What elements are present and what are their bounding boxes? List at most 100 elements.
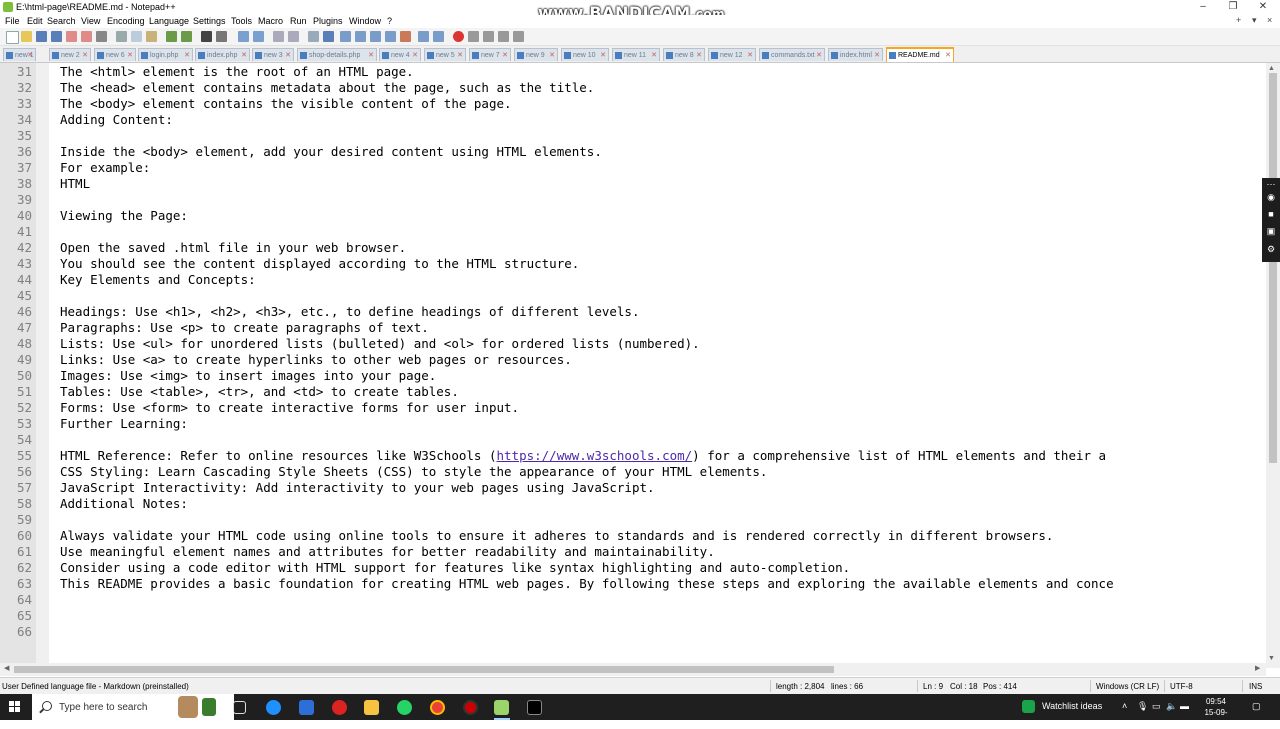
bandicam-icon[interactable] <box>463 700 478 715</box>
preview-icon[interactable] <box>433 31 444 42</box>
code-line[interactable]: Consider using a code editor with HTML s… <box>60 560 1266 576</box>
menu-run[interactable]: Run <box>290 16 307 26</box>
microsoft-store-icon[interactable] <box>299 700 314 715</box>
replace-icon[interactable] <box>216 31 227 42</box>
monitor-icon[interactable] <box>400 31 411 42</box>
code-line[interactable]: Open the saved .html file in your web br… <box>60 240 1266 256</box>
tab-new-6[interactable]: new 6 ✕ <box>94 48 136 61</box>
code-line[interactable]: Images: Use <img> to insert images into … <box>60 368 1266 384</box>
tab-new-2[interactable]: new 2 ✕ <box>49 48 91 61</box>
terminal-icon[interactable] <box>527 700 542 715</box>
vertical-scrollbar[interactable]: ▲ ▼ <box>1266 63 1280 668</box>
tab-close-icon[interactable]: ✕ <box>502 49 508 61</box>
tray-chevron-icon[interactable]: ˄ <box>1122 701 1127 711</box>
code-line[interactable]: Additional Notes: <box>60 496 1266 512</box>
tab-index-php[interactable]: index.php ✕ <box>195 48 250 61</box>
menu-tools[interactable]: Tools <box>231 16 252 26</box>
tab-new-9[interactable]: new 9 ✕ <box>514 48 558 61</box>
menu-file[interactable]: File <box>5 16 20 26</box>
zoom-in-icon[interactable] <box>238 31 249 42</box>
sync-v-icon[interactable] <box>273 31 284 42</box>
run-macro-multiple-icon[interactable] <box>498 31 509 42</box>
doc-map-icon[interactable] <box>355 31 366 42</box>
whatsapp-icon[interactable] <box>397 700 412 715</box>
video-icon[interactable]: ■ <box>1265 209 1277 219</box>
tab-new-12[interactable]: new 12 ✕ <box>708 48 756 61</box>
mdi-list-button[interactable]: ▾ <box>1252 15 1257 26</box>
scroll-up-icon[interactable]: ▲ <box>1268 65 1275 72</box>
menu-view[interactable]: View <box>81 16 100 26</box>
code-line[interactable]: Forms: Use <form> to create interactive … <box>60 400 1266 416</box>
code-line[interactable]: Use meaningful element names and attribu… <box>60 544 1266 560</box>
scroll-right-icon[interactable]: ▶ <box>1255 664 1260 672</box>
code-line[interactable]: HTML <box>60 176 1266 192</box>
code-line[interactable]: JavaScript Interactivity: Add interactiv… <box>60 480 1266 496</box>
zoom-out-icon[interactable] <box>253 31 264 42</box>
menu-edit[interactable]: Edit <box>27 16 43 26</box>
code-line[interactable]: This README provides a basic foundation … <box>60 576 1266 592</box>
menu-encoding[interactable]: Encoding <box>107 16 145 26</box>
code-line[interactable]: You should see the content displayed acc… <box>60 256 1266 272</box>
tab-new-3[interactable]: new 3 ✕ <box>252 48 294 61</box>
tab-new-8[interactable]: new 8 ✕ <box>663 48 705 61</box>
screen-icon[interactable]: ▣ <box>1265 226 1277 236</box>
tab-close-icon[interactable]: ✕ <box>600 49 606 61</box>
undo-icon[interactable] <box>166 31 177 42</box>
save-all-icon[interactable] <box>51 31 62 42</box>
indent-guide-icon[interactable] <box>340 31 351 42</box>
code-line[interactable]: Links: Use <a> to create hyperlinks to o… <box>60 352 1266 368</box>
tab-commands-txt[interactable]: commands.txt ✕ <box>759 48 825 61</box>
code-line[interactable]: CSS Styling: Learn Cascading Style Sheet… <box>60 464 1266 480</box>
code-line[interactable]: Paragraphs: Use <p> to create paragraphs… <box>60 320 1266 336</box>
windows-start-icon[interactable] <box>9 701 21 713</box>
code-line[interactable]: Headings: Use <h1>, <h2>, <h3>, etc., to… <box>60 304 1266 320</box>
tab-new-10[interactable]: new 10 ✕ <box>561 48 609 61</box>
widget-watchlist-text[interactable]: Watchlist ideas <box>1042 701 1102 711</box>
tab-close-icon[interactable]: ✕ <box>696 49 702 61</box>
tab-close-icon[interactable]: ✕ <box>368 49 374 61</box>
battery-icon[interactable]: ▬ <box>1180 701 1189 711</box>
dock-grip-icon[interactable]: ⋯ <box>1265 179 1277 189</box>
mdi-new-button[interactable]: + <box>1236 15 1241 25</box>
tab-close-icon[interactable]: ✕ <box>816 49 822 61</box>
fold-margin[interactable] <box>36 63 49 663</box>
w3schools-link[interactable]: https://www.w3schools.com/ <box>497 448 693 463</box>
stocks-widget-icon[interactable] <box>1022 700 1035 713</box>
code-line[interactable]: The <head> element contains metadata abo… <box>60 80 1266 96</box>
microphone-icon[interactable]: 🎙 <box>1137 701 1148 712</box>
tab-new-11[interactable]: new 11 ✕ <box>612 48 660 61</box>
function-list-icon[interactable] <box>370 31 381 42</box>
menu-plugins[interactable]: Plugins <box>313 16 343 26</box>
new-file-icon[interactable] <box>6 31 19 44</box>
minimize-button[interactable]: – <box>1188 0 1218 15</box>
tab-new-5[interactable]: new 5 ✕ <box>424 48 466 61</box>
horizontal-scroll-thumb[interactable] <box>14 666 834 673</box>
gear-icon[interactable]: ⚙ <box>1265 244 1277 254</box>
sync-h-icon[interactable] <box>288 31 299 42</box>
tab-shop-details-php[interactable]: shop-details.php ✕ <box>297 48 377 61</box>
tab-readme-md[interactable]: README.md ✕ <box>886 47 954 62</box>
code-line[interactable]: Adding Content: <box>60 112 1266 128</box>
tab-close-icon[interactable]: ✕ <box>82 49 88 61</box>
panel-icon[interactable] <box>418 31 429 42</box>
code-line[interactable]: The <html> element is the root of an HTM… <box>60 64 1266 80</box>
close-button[interactable]: ✕ <box>1248 0 1278 15</box>
stop-macro-icon[interactable] <box>468 31 479 42</box>
menu-help[interactable]: ? <box>387 16 392 26</box>
cut-icon[interactable] <box>116 31 127 42</box>
taskbar-search-box[interactable]: Type here to search <box>32 694 234 720</box>
taskbar-clock[interactable]: 09:54 15-09-2024 <box>1196 696 1236 729</box>
status-encoding[interactable]: UTF-8 <box>1170 682 1193 691</box>
menu-settings[interactable]: Settings <box>193 16 226 26</box>
tab-close-icon[interactable]: ✕ <box>285 49 291 61</box>
menu-macro[interactable]: Macro <box>258 16 283 26</box>
word-wrap-icon[interactable] <box>308 31 319 42</box>
code-line[interactable]: Viewing the Page: <box>60 208 1266 224</box>
tab-close-icon[interactable]: ✕ <box>412 49 418 61</box>
code-line[interactable]: HTML Reference: Refer to online resource… <box>60 448 1266 464</box>
volume-icon[interactable]: 🔈 <box>1166 701 1177 712</box>
open-file-icon[interactable] <box>21 31 32 42</box>
code-line[interactable]: Tables: Use <table>, <tr>, and <td> to c… <box>60 384 1266 400</box>
close-file-icon[interactable] <box>66 31 77 42</box>
network-icon[interactable]: ▭ <box>1152 701 1161 712</box>
